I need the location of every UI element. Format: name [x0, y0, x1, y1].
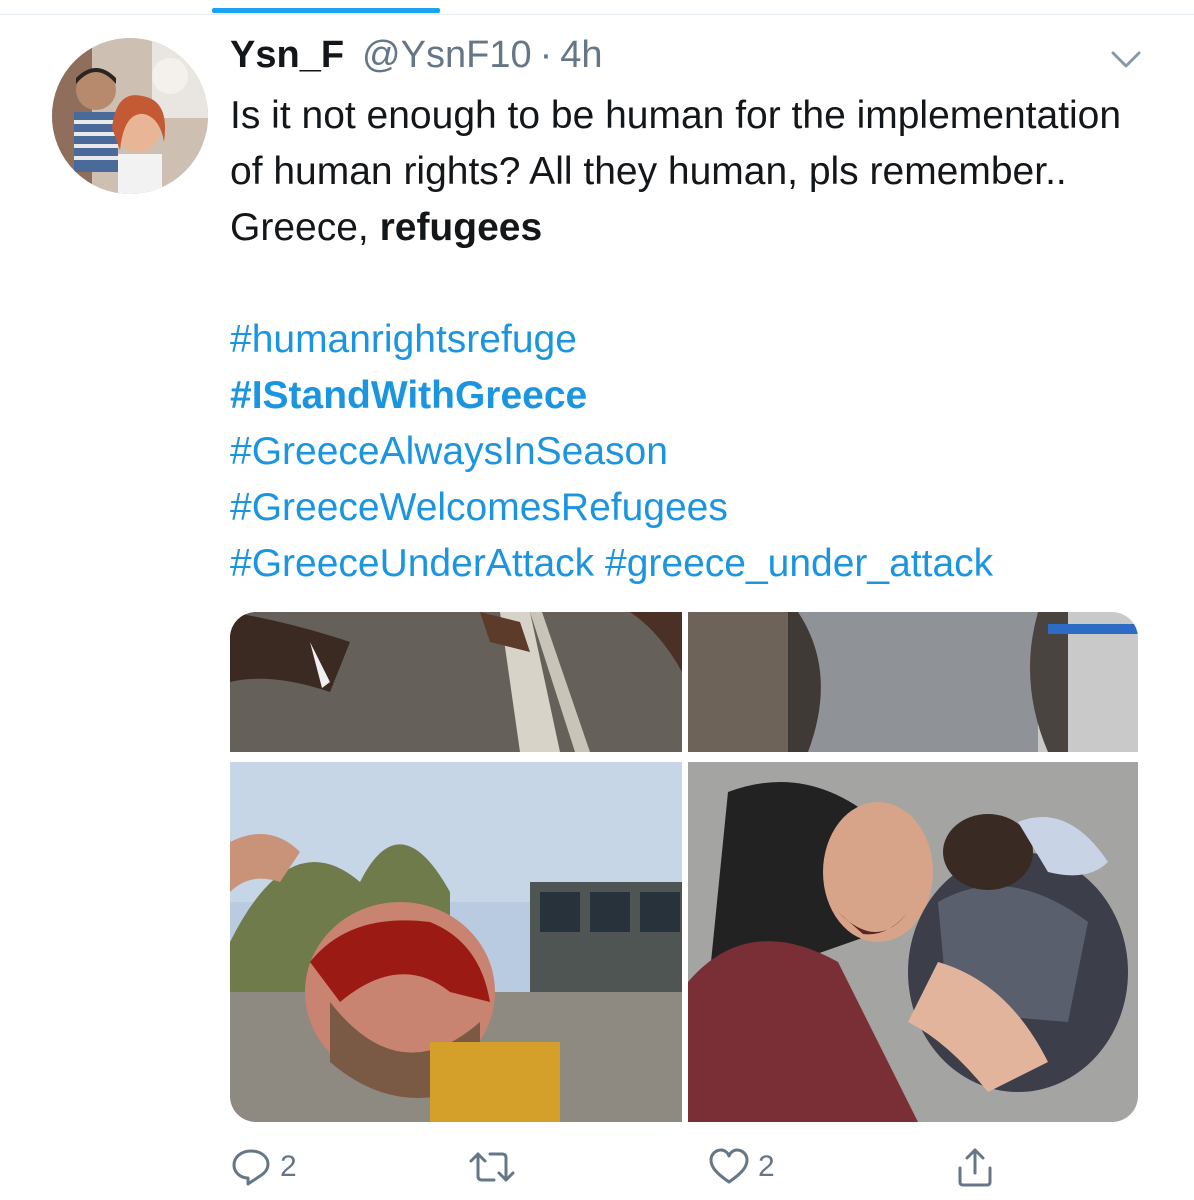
reply-icon: [232, 1149, 270, 1186]
hashtag-list: #humanrightsrefuge #IStandWithGreece #Gr…: [230, 312, 1170, 592]
media-photo-mother-baby[interactable]: [688, 762, 1138, 1122]
media-photo-road[interactable]: [230, 612, 682, 752]
author-handle[interactable]: @YsnF10: [362, 34, 532, 77]
tweet-text-plain: Is it not enough to be human for the imp…: [230, 94, 1122, 249]
like-button[interactable]: 2: [708, 1146, 775, 1188]
action-bar: 2 2: [0, 1146, 1194, 1196]
media-photo-man[interactable]: [230, 762, 682, 1122]
retweet-button[interactable]: [468, 1146, 516, 1188]
like-count: 2: [758, 1150, 775, 1183]
share-button[interactable]: [954, 1146, 996, 1188]
reply-button[interactable]: 2: [230, 1146, 297, 1188]
like-icon: [709, 1148, 749, 1184]
hashtag-link[interactable]: #GreeceWelcomesRefugees: [230, 486, 728, 529]
hashtag-link[interactable]: #GreeceUnderAttack: [230, 542, 594, 585]
tweet-timestamp[interactable]: 4h: [560, 34, 602, 77]
tweet-text-bold: refugees: [379, 206, 543, 249]
tweet-header: Ysn_F @YsnF10 · 4h: [230, 34, 603, 86]
separator-dot: ·: [539, 34, 553, 76]
hashtag-link[interactable]: #humanrightsrefuge: [230, 318, 577, 361]
author-name[interactable]: Ysn_F: [230, 34, 344, 77]
retweet-icon: [469, 1152, 515, 1182]
media-photo-jacket[interactable]: [688, 612, 1138, 752]
hashtag-link[interactable]: #greece_under_attack: [605, 542, 993, 585]
avatar-photo: [52, 38, 208, 194]
hashtag-link[interactable]: #GreeceAlwaysInSeason: [230, 430, 668, 473]
tweet-text: Is it not enough to be human for the imp…: [230, 88, 1130, 256]
chevron-down-icon[interactable]: [1110, 48, 1142, 72]
top-divider: [0, 14, 1194, 15]
avatar[interactable]: [52, 38, 208, 194]
hashtag-link[interactable]: #IStandWithGreece: [230, 374, 587, 417]
tab-active-indicator: [212, 8, 440, 13]
media-grid[interactable]: [230, 612, 1138, 1122]
share-icon: [958, 1148, 992, 1187]
reply-count: 2: [280, 1150, 297, 1183]
